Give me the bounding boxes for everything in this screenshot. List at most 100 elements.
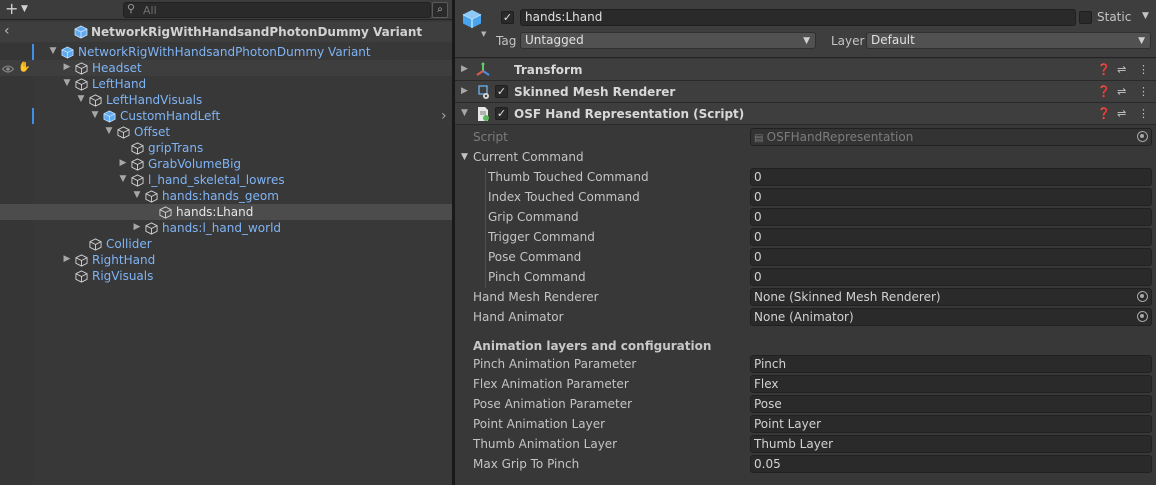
- animation-prop-input[interactable]: Point Layer: [750, 415, 1152, 433]
- command-field: Thumb Touched Command 0: [455, 167, 1156, 187]
- visibility-eye-icon[interactable]: [1, 63, 15, 73]
- help-icon[interactable]: ❓: [1097, 63, 1111, 76]
- hierarchy-row[interactable]: ▼ CustomHandLeft ›: [0, 108, 452, 124]
- expand-arrow-icon[interactable]: ▶: [62, 254, 72, 264]
- preset-icon[interactable]: ⇌: [1117, 85, 1126, 98]
- pickable-hand-icon[interactable]: ✋: [18, 62, 30, 73]
- more-options-icon[interactable]: ⋮: [1138, 85, 1149, 98]
- prop-value: OSFHandRepresentation: [766, 130, 914, 144]
- command-value-input[interactable]: 0: [750, 188, 1152, 206]
- prefab-icon: [74, 25, 88, 42]
- collapse-arrow-icon[interactable]: ▼: [76, 94, 86, 104]
- static-checkbox[interactable]: [1079, 11, 1092, 24]
- hierarchy-row[interactable]: hands:Lhand: [0, 204, 452, 220]
- component-transform[interactable]: ▶ Transform ❓ ⇌ ⋮: [455, 59, 1156, 81]
- animation-prop-input[interactable]: 0.05: [750, 455, 1152, 473]
- prop-value: None (Animator): [754, 310, 854, 324]
- component-skinned-mesh-renderer[interactable]: ▶ ✓ Skinned Mesh Renderer ❓ ⇌ ⋮: [455, 81, 1156, 103]
- expand-arrow-icon[interactable]: ▶: [461, 86, 468, 96]
- hierarchy-row[interactable]: Collider: [0, 236, 452, 252]
- command-value-input[interactable]: 0: [750, 168, 1152, 186]
- hierarchy-row-label: GrabVolumeBig: [148, 157, 242, 171]
- hierarchy-row[interactable]: ▶ RightHand: [0, 252, 452, 268]
- collapse-arrow-icon[interactable]: ▼: [132, 190, 142, 200]
- expand-arrow-icon[interactable]: ▶: [62, 62, 72, 72]
- gameobject-icon[interactable]: [461, 8, 483, 33]
- more-options-icon[interactable]: ⋮: [1138, 63, 1149, 76]
- back-icon[interactable]: ‹: [4, 23, 10, 39]
- prop-label: Flex Animation Parameter: [473, 377, 629, 391]
- expand-arrow-icon[interactable]: ▶: [132, 222, 142, 232]
- search-placeholder: All: [143, 4, 157, 17]
- hierarchy-row[interactable]: ▼ hands:hands_geom: [0, 188, 452, 204]
- script-file-icon: ▤: [754, 133, 767, 144]
- foldout-arrow-icon[interactable]: ▼: [461, 152, 468, 162]
- script-object-field: ▤ OSFHandRepresentation: [750, 128, 1152, 146]
- object-name-field[interactable]: hands:Lhand: [520, 9, 1076, 26]
- preset-icon[interactable]: ⇌: [1117, 63, 1126, 76]
- tag-dropdown[interactable]: Untagged ▼: [520, 32, 816, 49]
- expand-arrow-icon[interactable]: ▶: [118, 158, 128, 168]
- hierarchy-search-input[interactable]: ⚲ All: [123, 2, 431, 18]
- collapse-arrow-icon[interactable]: ▼: [104, 126, 114, 136]
- more-options-icon[interactable]: ⋮: [1138, 107, 1149, 120]
- collapse-arrow-icon[interactable]: ▼: [118, 174, 128, 184]
- expand-arrow-icon[interactable]: ▶: [461, 64, 468, 74]
- collapse-arrow-icon[interactable]: ▼: [90, 110, 100, 120]
- hierarchy-row[interactable]: ▼ NetworkRigWithHandsandPhotonDummy Varia…: [0, 44, 452, 60]
- hierarchy-row[interactable]: ▶ GrabVolumeBig: [0, 156, 452, 172]
- hierarchy-row-label: LeftHand: [92, 77, 147, 91]
- collapse-arrow-icon[interactable]: ▼: [461, 108, 468, 118]
- animation-prop-input[interactable]: Pinch: [750, 355, 1152, 373]
- prop-label: Pinch Animation Parameter: [473, 357, 637, 371]
- prop-label: Pose Animation Parameter: [473, 397, 633, 411]
- component-enabled-checkbox[interactable]: ✓: [495, 85, 508, 98]
- hierarchy-row[interactable]: gripTrans: [0, 140, 452, 156]
- animation-prop-input[interactable]: Pose: [750, 395, 1152, 413]
- hierarchy-row[interactable]: ▶ hands:l_hand_world: [0, 220, 452, 236]
- layer-label: Layer: [831, 34, 865, 48]
- prop-label: Current Command: [473, 150, 584, 164]
- create-dropdown-button[interactable]: + ▼: [5, 1, 35, 18]
- animation-prop-input[interactable]: Thumb Layer: [750, 435, 1152, 453]
- search-mode-button[interactable]: ⌕: [432, 2, 448, 18]
- hierarchy-row[interactable]: ▼ LeftHand: [0, 76, 452, 92]
- active-checkbox[interactable]: ✓: [501, 11, 514, 24]
- animation-prop-input[interactable]: Flex: [750, 375, 1152, 393]
- hierarchy-row-label: LeftHandVisuals: [106, 93, 203, 107]
- hand-animator-object-field[interactable]: None (Animator): [750, 308, 1152, 326]
- search-icon: ⚲: [127, 2, 136, 15]
- tag-value: Untagged: [525, 33, 584, 47]
- static-dropdown-icon[interactable]: ▼: [1142, 11, 1149, 21]
- animation-prop-field: Max Grip To Pinch 0.05: [455, 454, 1156, 474]
- hierarchy-row[interactable]: ▼ l_hand_skeletal_lowres: [0, 172, 452, 188]
- command-value-input[interactable]: 0: [750, 268, 1152, 286]
- layer-dropdown[interactable]: Default ▼: [866, 32, 1151, 49]
- object-picker-icon: [1137, 131, 1148, 142]
- help-icon[interactable]: ❓: [1097, 85, 1111, 98]
- preset-icon[interactable]: ⇌: [1117, 107, 1126, 120]
- animation-prop-field: Flex Animation Parameter Flex: [455, 374, 1156, 394]
- current-command-foldout[interactable]: ▼ Current Command: [455, 147, 1156, 167]
- open-prefab-icon[interactable]: ›: [441, 108, 447, 124]
- component-osf-hand-representation[interactable]: ▼ ✓ OSF Hand Representation (Script) ❓ ⇌…: [455, 103, 1156, 125]
- object-picker-icon[interactable]: [1137, 291, 1148, 302]
- command-value-input[interactable]: 0: [750, 208, 1152, 226]
- command-field: Grip Command 0: [455, 207, 1156, 227]
- script-field: Script ▤ OSFHandRepresentation: [455, 127, 1156, 147]
- help-icon[interactable]: ❓: [1097, 107, 1111, 120]
- collapse-arrow-icon[interactable]: ▼: [48, 46, 58, 56]
- gameobject-icon: [75, 270, 88, 286]
- hierarchy-row[interactable]: ▼ Offset: [0, 124, 452, 140]
- icon-dropdown-caret[interactable]: ▼: [481, 30, 486, 38]
- command-value-input[interactable]: 0: [750, 248, 1152, 266]
- object-picker-icon[interactable]: [1137, 311, 1148, 322]
- hierarchy-row[interactable]: RigVisuals: [0, 268, 452, 284]
- command-value-input[interactable]: 0: [750, 228, 1152, 246]
- prefab-title: NetworkRigWithHandsandPhotonDummy Varian…: [91, 25, 423, 39]
- hierarchy-row[interactable]: ▶ Headset ✋: [0, 60, 452, 76]
- hierarchy-row[interactable]: ▼ LeftHandVisuals: [0, 92, 452, 108]
- hand-mesh-renderer-object-field[interactable]: None (Skinned Mesh Renderer): [750, 288, 1152, 306]
- collapse-arrow-icon[interactable]: ▼: [62, 78, 72, 88]
- component-enabled-checkbox[interactable]: ✓: [495, 107, 508, 120]
